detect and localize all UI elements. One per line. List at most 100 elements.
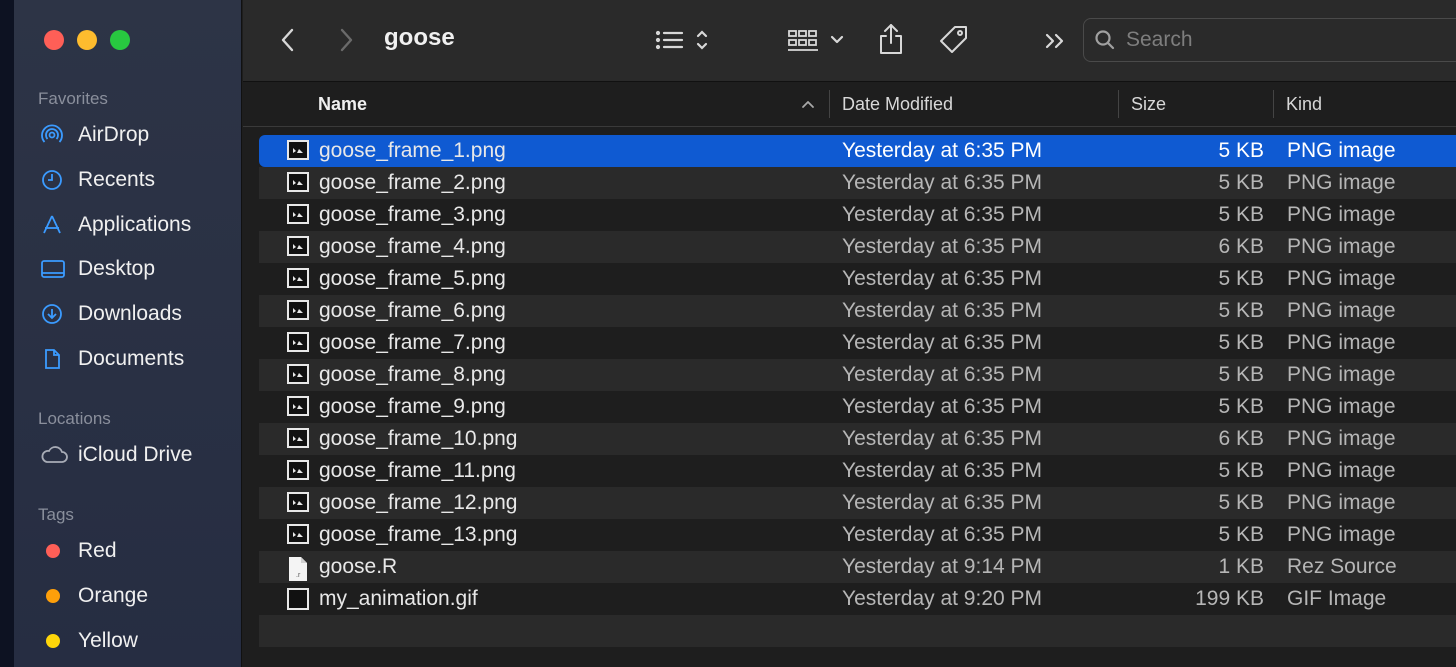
png-file-icon <box>287 492 309 512</box>
group-icon[interactable] <box>785 24 847 56</box>
minimize-window-button[interactable] <box>77 30 97 50</box>
file-kind: PNG image <box>1287 459 1396 482</box>
file-row[interactable]: goose_frame_7.png Yesterday at 6:35 PM 5 K… <box>259 327 1456 359</box>
toolbar: goose <box>243 0 1456 82</box>
file-name: goose_frame_2.png <box>319 171 506 194</box>
png-file-icon <box>287 460 309 480</box>
sidebar-item-documents[interactable]: Documents <box>40 343 184 375</box>
column-divider[interactable] <box>829 90 830 118</box>
png-file-icon <box>287 140 309 160</box>
file-kind: Rez Source <box>1287 555 1397 578</box>
file-row[interactable]: goose_frame_4.png Yesterday at 6:35 PM 6 K… <box>259 231 1456 263</box>
red-tag-dot <box>46 544 60 558</box>
desktop-edge <box>0 0 14 667</box>
share-icon[interactable] <box>875 20 907 58</box>
column-size[interactable]: Size <box>1131 82 1166 126</box>
file-date-modified: Yesterday at 9:14 PM <box>842 555 1043 578</box>
main-area: goose Name Date Modified Siz <box>243 0 1456 667</box>
png-file-icon <box>287 268 309 288</box>
file-row[interactable]: goose_frame_1.png Yesterday at 6:35 PM 5 K… <box>259 135 1456 167</box>
sidebar-item-recents[interactable]: Recents <box>40 164 155 196</box>
sidebar-item-airdrop[interactable]: AirDrop <box>40 119 149 151</box>
file-row[interactable]: goose_frame_13.png Yesterday at 6:35 PM 5 … <box>259 519 1456 551</box>
close-window-button[interactable] <box>44 30 64 50</box>
file-date-modified: Yesterday at 6:35 PM <box>842 203 1043 226</box>
png-file-icon <box>287 300 309 320</box>
file-size: 5 KB <box>1218 139 1264 162</box>
file-row[interactable]: goose_frame_9.png Yesterday at 6:35 PM 5 K… <box>259 391 1456 423</box>
airdrop-icon <box>40 123 70 147</box>
file-row[interactable]: goose_frame_12.png Yesterday at 6:35 PM 5 … <box>259 487 1456 519</box>
file-date-modified: Yesterday at 6:35 PM <box>842 331 1043 354</box>
file-size: 5 KB <box>1218 331 1264 354</box>
png-file-icon <box>287 332 309 352</box>
file-name: goose_frame_7.png <box>319 331 506 354</box>
file-row[interactable]: goose_frame_3.png Yesterday at 6:35 PM 5 K… <box>259 199 1456 231</box>
file-kind: PNG image <box>1287 491 1396 514</box>
column-divider[interactable] <box>1118 90 1119 118</box>
column-name[interactable]: Name <box>318 82 367 126</box>
file-kind: PNG image <box>1287 171 1396 194</box>
file-row[interactable]: goose_frame_6.png Yesterday at 6:35 PM 5 K… <box>259 295 1456 327</box>
sidebar-item-tag-orange[interactable]: Orange <box>40 580 148 612</box>
file-date-modified: Yesterday at 6:35 PM <box>842 363 1043 386</box>
sidebar-item-desktop[interactable]: Desktop <box>40 253 155 285</box>
file-size: 5 KB <box>1218 523 1264 546</box>
file-size: 5 KB <box>1218 171 1264 194</box>
column-kind[interactable]: Kind <box>1286 82 1322 126</box>
file-row[interactable]: goose_frame_8.png Yesterday at 6:35 PM 5 K… <box>259 359 1456 391</box>
file-row[interactable]: goose_frame_10.png Yesterday at 6:35 PM 6 … <box>259 423 1456 455</box>
file-name: goose_frame_9.png <box>319 395 506 418</box>
file-date-modified: Yesterday at 6:35 PM <box>842 139 1043 162</box>
file-row[interactable]: .r goose.R Yesterday at 9:14 PM 1 KB Rez Sou… <box>259 551 1456 583</box>
sidebar-item-downloads[interactable]: Downloads <box>40 298 182 330</box>
sidebar-item-tag-red[interactable]: Red <box>40 535 117 567</box>
sidebar-item-applications[interactable]: Applications <box>40 209 191 241</box>
sidebar-item-label: Documents <box>78 347 185 370</box>
tags-heading: Tags <box>38 505 74 524</box>
png-file-icon <box>287 172 309 192</box>
tag-icon[interactable] <box>937 22 971 58</box>
file-row[interactable]: goose_frame_5.png Yesterday at 6:35 PM 5 K… <box>259 263 1456 295</box>
file-row[interactable]: goose_frame_2.png Yesterday at 6:35 PM 5 K… <box>259 167 1456 199</box>
search-input[interactable] <box>1124 27 1428 53</box>
file-date-modified: Yesterday at 6:35 PM <box>842 267 1043 290</box>
applications-icon <box>40 213 70 237</box>
zoom-window-button[interactable] <box>110 30 130 50</box>
sidebar-item-tag-yellow[interactable]: Yellow <box>40 625 138 657</box>
window-controls <box>44 30 130 50</box>
list-view-icon[interactable] <box>653 24 713 56</box>
sidebar-item-label: Recents <box>78 168 156 191</box>
empty-row <box>259 615 1456 647</box>
more-icon[interactable] <box>1041 28 1069 54</box>
search-field[interactable] <box>1083 18 1456 62</box>
file-size: 5 KB <box>1218 459 1264 482</box>
file-date-modified: Yesterday at 6:35 PM <box>842 523 1043 546</box>
column-date-modified[interactable]: Date Modified <box>842 82 953 126</box>
file-name: goose_frame_3.png <box>319 203 506 226</box>
sidebar-item-label: Applications <box>78 213 192 236</box>
desktop-icon <box>40 258 70 280</box>
r-source-file-icon: .r <box>287 556 309 581</box>
file-row[interactable]: my_animation.gif Yesterday at 9:20 PM 199 … <box>259 583 1456 615</box>
forward-icon[interactable] <box>331 24 361 56</box>
file-row[interactable]: goose_frame_11.png Yesterday at 6:35 PM 5 … <box>259 455 1456 487</box>
png-file-icon <box>287 396 309 416</box>
file-date-modified: Yesterday at 6:35 PM <box>842 427 1043 450</box>
file-date-modified: Yesterday at 6:35 PM <box>842 395 1043 418</box>
back-icon[interactable] <box>273 24 303 56</box>
file-list: goose_frame_1.png Yesterday at 6:35 PM 5 K… <box>259 135 1456 647</box>
file-kind: GIF Image <box>1287 587 1387 610</box>
file-size: 6 KB <box>1218 235 1264 258</box>
sort-ascending-icon[interactable] <box>801 82 815 126</box>
column-divider[interactable] <box>1273 90 1274 118</box>
file-size: 5 KB <box>1218 363 1264 386</box>
sidebar-item-icloud-drive[interactable]: iCloud Drive <box>40 439 192 471</box>
file-kind: PNG image <box>1287 203 1396 226</box>
orange-tag-dot <box>46 589 60 603</box>
file-kind: PNG image <box>1287 139 1396 162</box>
png-file-icon <box>287 524 309 544</box>
sidebar-item-label: iCloud Drive <box>78 443 193 466</box>
file-name: goose_frame_12.png <box>319 491 518 514</box>
window-title: goose <box>384 24 455 51</box>
